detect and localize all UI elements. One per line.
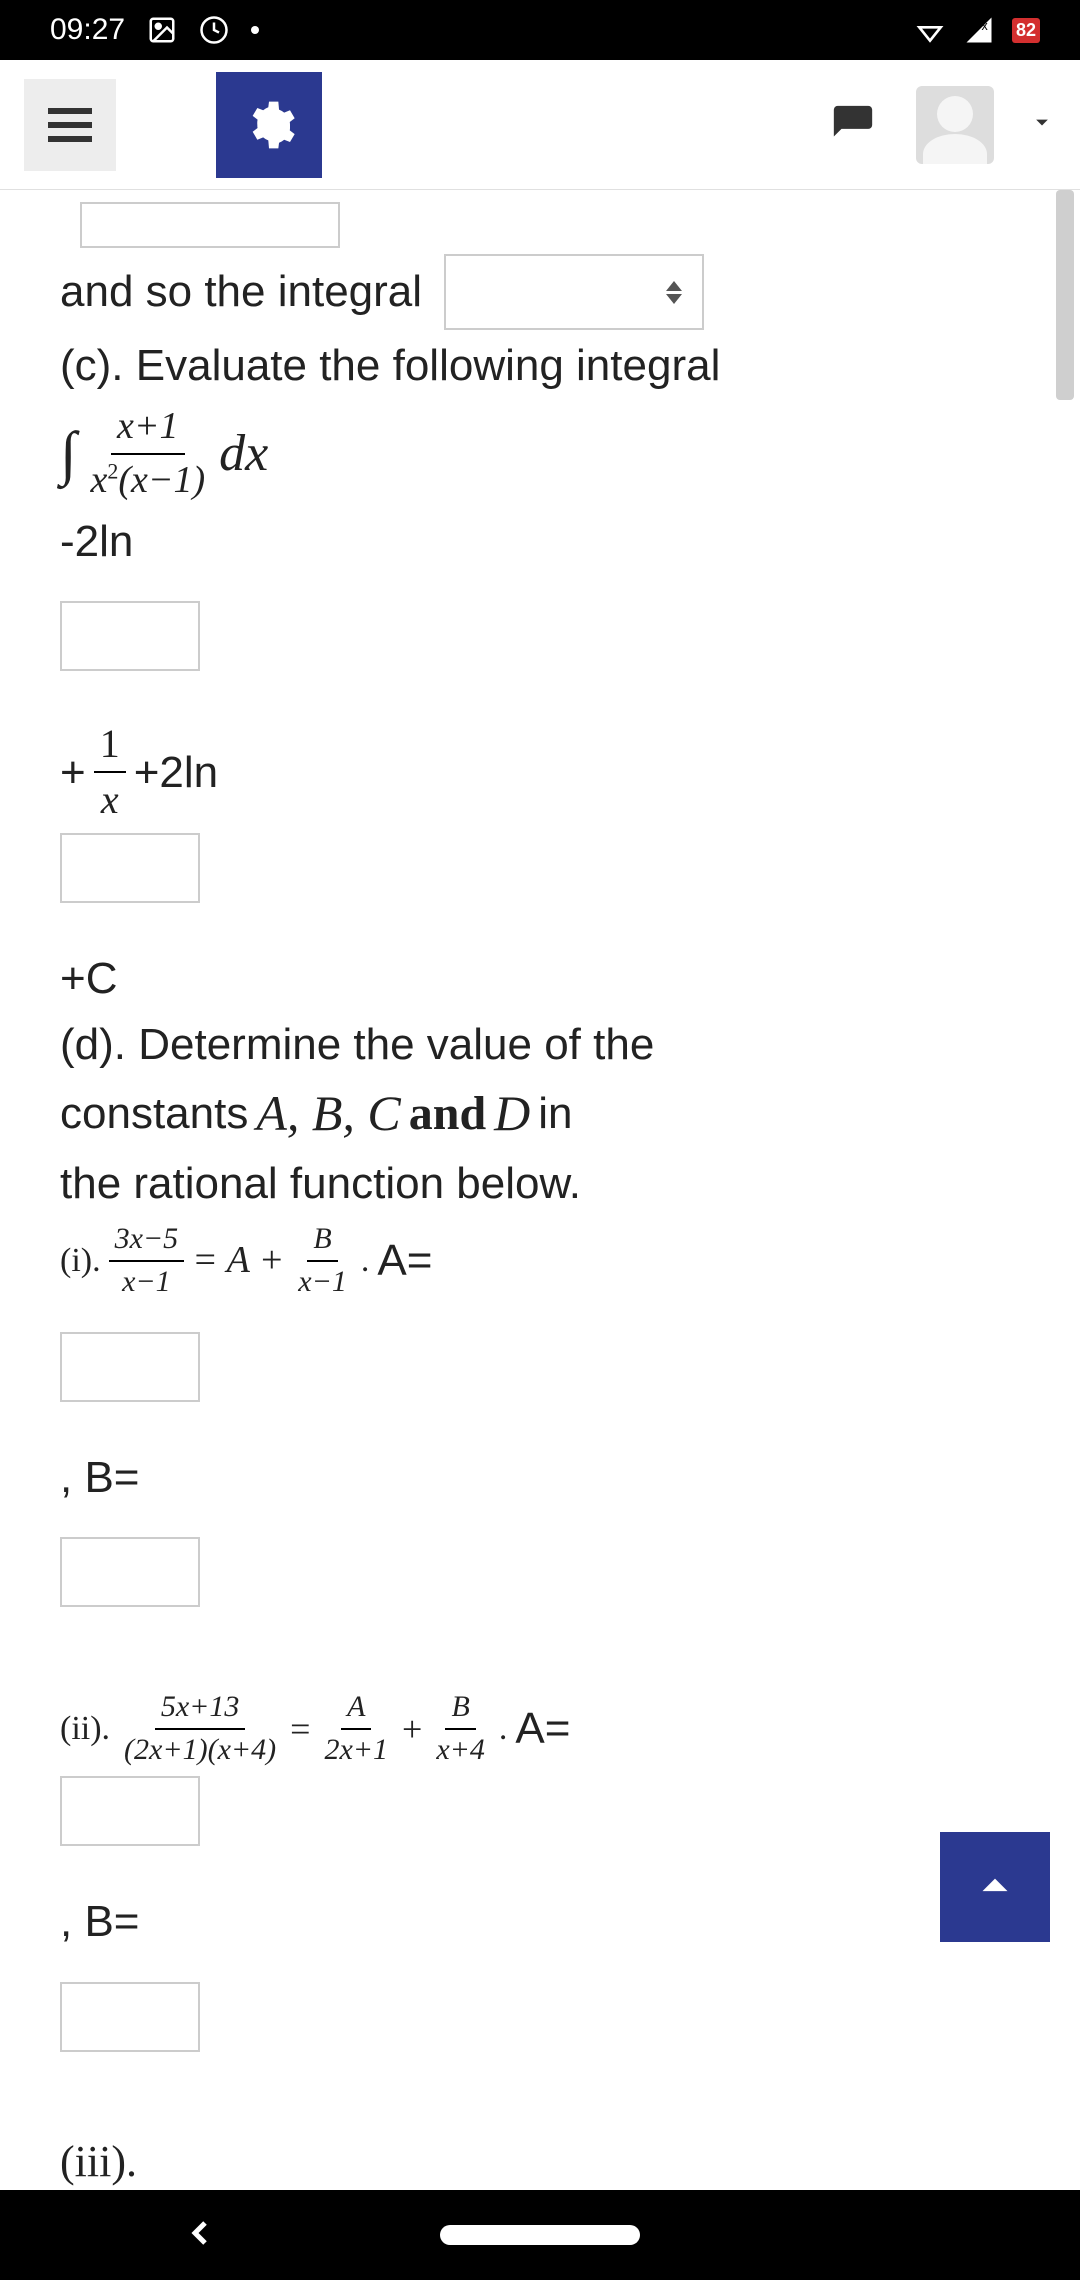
chat-icon <box>830 102 876 148</box>
hamburger-icon <box>48 108 92 142</box>
and: and <box>409 1082 486 1147</box>
integral-fraction: x+1 x2(x−1) <box>84 401 211 506</box>
c-line2b: +2ln <box>134 743 218 802</box>
A-equals-i: A= <box>377 1231 432 1290</box>
settings-button[interactable] <box>216 72 322 178</box>
answer-input-c1[interactable] <box>60 601 200 671</box>
part-d-3: the rational function below. <box>60 1154 581 1213</box>
dii-frac2: A 2x+1 <box>318 1687 394 1770</box>
part-d-1: (d). Determine the value of the <box>60 1015 654 1074</box>
dii-frac3: B x+4 <box>430 1687 491 1770</box>
home-pill[interactable] <box>440 2225 640 2245</box>
chevron-down-icon <box>1028 108 1056 136</box>
integral-select[interactable] <box>444 254 704 330</box>
dii-eq: = <box>290 1705 310 1754</box>
answer-input-c2[interactable] <box>60 833 200 903</box>
text-intro: and so the integral <box>60 262 422 321</box>
status-time: 09:27 <box>50 13 125 47</box>
frac-1-x: 1 x <box>94 717 126 827</box>
di-dot: . <box>361 1238 370 1284</box>
part-d-2a: constants <box>60 1084 248 1143</box>
back-button[interactable] <box>180 2213 220 2258</box>
integral-sign: ∫ <box>60 413 76 494</box>
answer-input[interactable] <box>80 202 340 248</box>
diii-label: (iii). <box>60 2132 137 2190</box>
B-equals-i: , B= <box>60 1448 140 1507</box>
chevron-up-icon <box>970 1862 1020 1912</box>
user-menu-caret[interactable] <box>1028 108 1056 141</box>
scroll-top-button[interactable] <box>940 1832 1050 1942</box>
image-icon <box>147 15 177 45</box>
dii-plus: + <box>402 1705 422 1754</box>
chat-button[interactable] <box>828 100 878 150</box>
chevron-left-icon <box>180 2213 220 2253</box>
svg-text:x: x <box>981 19 988 33</box>
whatsapp-icon <box>199 15 229 45</box>
dx: dx <box>219 419 268 489</box>
dii-label: (ii). <box>60 1706 110 1752</box>
A-equals-ii: A= <box>515 1699 570 1758</box>
di-label: (i). <box>60 1238 101 1284</box>
battery-badge: 82 <box>1012 18 1040 43</box>
B-equals-ii: , B= <box>60 1892 140 1951</box>
dot-icon <box>251 26 259 34</box>
constants-abc: A, B, C <box>256 1080 400 1148</box>
di-frac1: 3x−5 x−1 <box>109 1219 185 1302</box>
c-line1: -2ln <box>60 512 133 571</box>
wifi-icon <box>914 14 946 46</box>
di-frac2: B x−1 <box>292 1219 353 1302</box>
select-arrows-icon <box>666 281 682 304</box>
c-line2a: + <box>60 743 86 802</box>
navigation-bar <box>0 2190 1080 2280</box>
part-d-in: in <box>538 1084 572 1143</box>
app-header <box>0 60 1080 190</box>
signal-icon: x <box>964 15 994 45</box>
di-eq: = A + <box>192 1235 284 1286</box>
answer-input-dii-a[interactable] <box>60 1776 200 1846</box>
answer-input-di-b[interactable] <box>60 1537 200 1607</box>
constant-d: D <box>494 1080 530 1148</box>
status-bar: 09:27 x 82 <box>0 0 1080 60</box>
answer-input-dii-b[interactable] <box>60 1982 200 2052</box>
part-c-prompt: (c). Evaluate the following integral <box>60 336 720 395</box>
gear-icon <box>241 97 297 153</box>
content-area[interactable]: and so the integral (c). Evaluate the fo… <box>0 190 1080 2190</box>
scrollbar[interactable] <box>1054 190 1078 2190</box>
menu-button[interactable] <box>24 79 116 171</box>
dii-frac1: 5x+13 (2x+1)(x+4) <box>118 1687 282 1770</box>
avatar[interactable] <box>916 86 994 164</box>
scrollbar-thumb[interactable] <box>1056 190 1074 400</box>
answer-input-di-a[interactable] <box>60 1332 200 1402</box>
c-line3: +C <box>60 949 117 1008</box>
